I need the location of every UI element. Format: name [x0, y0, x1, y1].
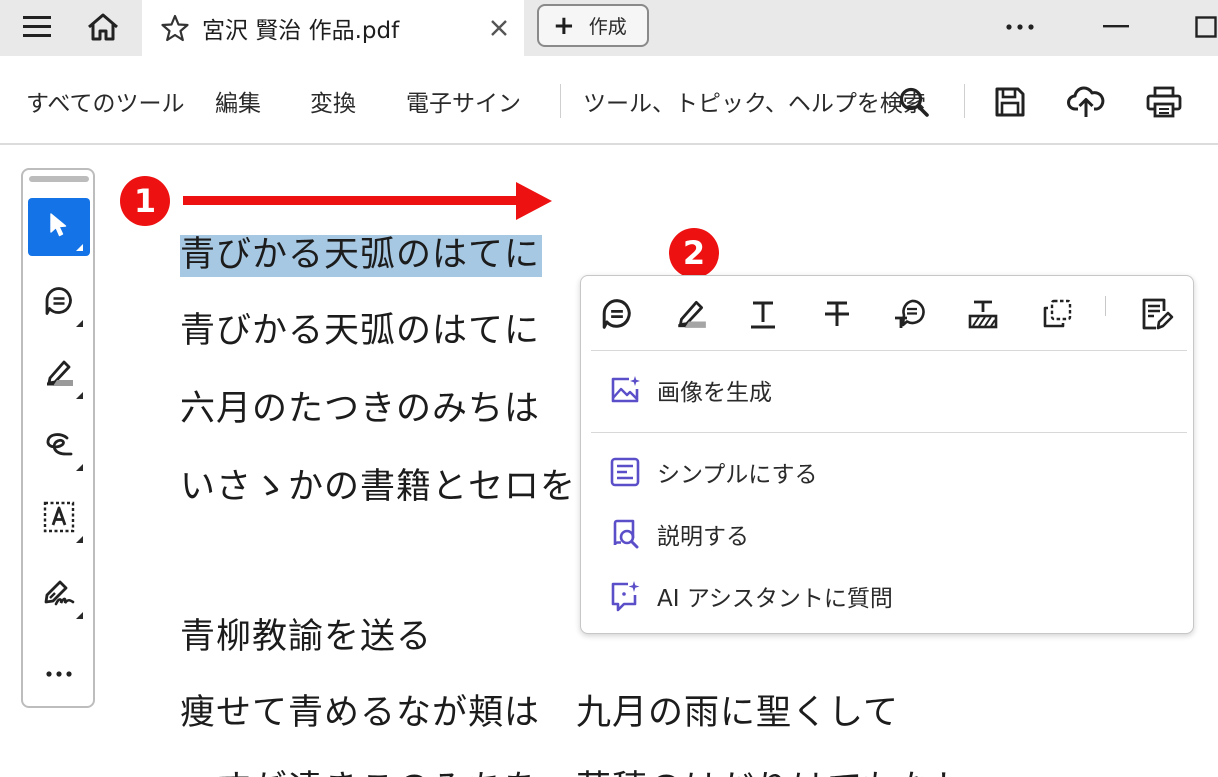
simplify-item[interactable]: シンプルにする — [607, 450, 818, 494]
toolbar-divider-2 — [964, 84, 965, 118]
comment-tool-button[interactable] — [28, 274, 90, 332]
ai-assistant-icon — [607, 578, 643, 614]
explain-label: 説明する — [657, 524, 749, 550]
tab-bar: 宮沢 賢治 作品.pdf + 作成 — [0, 0, 1218, 56]
submenu-corner-icon — [76, 244, 83, 251]
generate-image-label: 画像を生成 — [657, 380, 772, 406]
generate-image-icon — [607, 372, 643, 408]
simplify-icon — [607, 454, 643, 490]
close-tab-icon[interactable] — [484, 13, 514, 43]
menu-all-tools[interactable]: すべてのツール — [26, 84, 184, 118]
document-line-2: 青びかる天弧のはてに — [180, 311, 541, 351]
print-icon[interactable] — [1142, 80, 1186, 124]
copy-icon[interactable] — [1035, 292, 1079, 336]
explain-icon — [607, 516, 643, 552]
comment-icon[interactable] — [595, 292, 639, 336]
explain-item[interactable]: 説明する — [607, 512, 749, 556]
document-tab[interactable]: 宮沢 賢治 作品.pdf — [142, 0, 524, 56]
document-line-4: いさゝかの書籍とセロを — [180, 467, 577, 507]
edit-text-icon[interactable] — [1135, 292, 1179, 336]
sign-tool-button[interactable] — [28, 566, 90, 624]
selected-text[interactable]: 青びかる天弧のはてに — [180, 235, 543, 277]
text-box-tool-button[interactable] — [28, 490, 90, 548]
strikethrough-icon[interactable] — [815, 292, 859, 336]
draw-tool-button[interactable] — [28, 418, 90, 476]
select-icon — [49, 212, 69, 242]
document-line-1[interactable]: 青びかる天弧のはてに — [180, 226, 543, 277]
rail-drag-handle[interactable] — [29, 176, 89, 182]
main-toolbar: すべてのツール 編集 変換 電子サイン ツール、トピック、ヘルプを検索 — [0, 56, 1218, 145]
sign-icon — [42, 578, 76, 612]
menu-edit[interactable]: 編集 — [215, 84, 261, 118]
plus-icon: + — [553, 10, 575, 41]
highlight-icon — [43, 358, 75, 392]
text-box-icon — [43, 501, 75, 537]
comment-icon — [44, 286, 74, 320]
popup-divider — [591, 350, 1187, 351]
menu-convert[interactable]: 変換 — [310, 84, 356, 118]
more-tools-button[interactable] — [28, 642, 90, 700]
ai-assistant-label: AI アシスタントに質問 — [657, 586, 893, 612]
annotation-arrow-head — [516, 182, 552, 220]
document-line-3: 六月のたつきのみちは — [180, 389, 541, 429]
minimize-window-icon[interactable] — [1096, 0, 1136, 54]
ai-assistant-item[interactable]: AI アシスタントに質問 — [607, 574, 893, 618]
more-tools-icon — [46, 662, 72, 681]
highlight-icon[interactable] — [669, 292, 713, 336]
search-icon[interactable] — [892, 80, 936, 124]
search-input[interactable]: ツール、トピック、ヘルプを検索 — [583, 84, 926, 118]
maximize-window-icon[interactable] — [1186, 0, 1218, 54]
home-icon[interactable] — [80, 0, 126, 54]
toolbar-divider — [560, 84, 561, 118]
underline-icon[interactable] — [741, 292, 785, 336]
step-badge-2: 2 — [669, 228, 719, 278]
menu-e-sign[interactable]: 電子サイン — [406, 84, 521, 118]
document-heading: 青柳教諭を送る — [180, 617, 433, 657]
generate-image-item[interactable]: 画像を生成 — [607, 368, 772, 412]
highlight-tool-button[interactable] — [28, 346, 90, 404]
select-tool-button[interactable] — [28, 198, 90, 256]
replace-text-icon[interactable] — [889, 292, 933, 336]
hamburger-menu-icon[interactable] — [14, 0, 60, 54]
create-button[interactable]: + 作成 — [537, 4, 649, 47]
create-label: 作成 — [588, 16, 627, 38]
tool-rail — [21, 168, 95, 708]
tab-title: 宮沢 賢治 作品.pdf — [202, 18, 400, 44]
draw-icon — [44, 432, 74, 462]
simplify-label: シンプルにする — [657, 462, 818, 488]
quick-action-popup: 画像を生成 シンプルにする 説明する AI アシスタントに質問 — [580, 275, 1194, 634]
step-badge-1: 1 — [120, 176, 170, 226]
popup-toolbar-divider — [1105, 296, 1106, 316]
document-line-5: 痩せて青めるなが頬は 九月の雨に聖くして — [180, 693, 899, 733]
document-line-6: 一すぢ遠きこのみちを 草穂のはだりはてもなし — [180, 760, 970, 777]
save-icon[interactable] — [988, 80, 1032, 124]
popup-divider-2 — [591, 432, 1187, 433]
annotation-arrow-shaft — [183, 196, 523, 205]
cloud-upload-icon[interactable] — [1064, 80, 1108, 124]
star-icon[interactable] — [160, 13, 190, 43]
more-options-icon[interactable] — [1000, 0, 1040, 54]
insert-text-icon[interactable] — [961, 292, 1005, 336]
